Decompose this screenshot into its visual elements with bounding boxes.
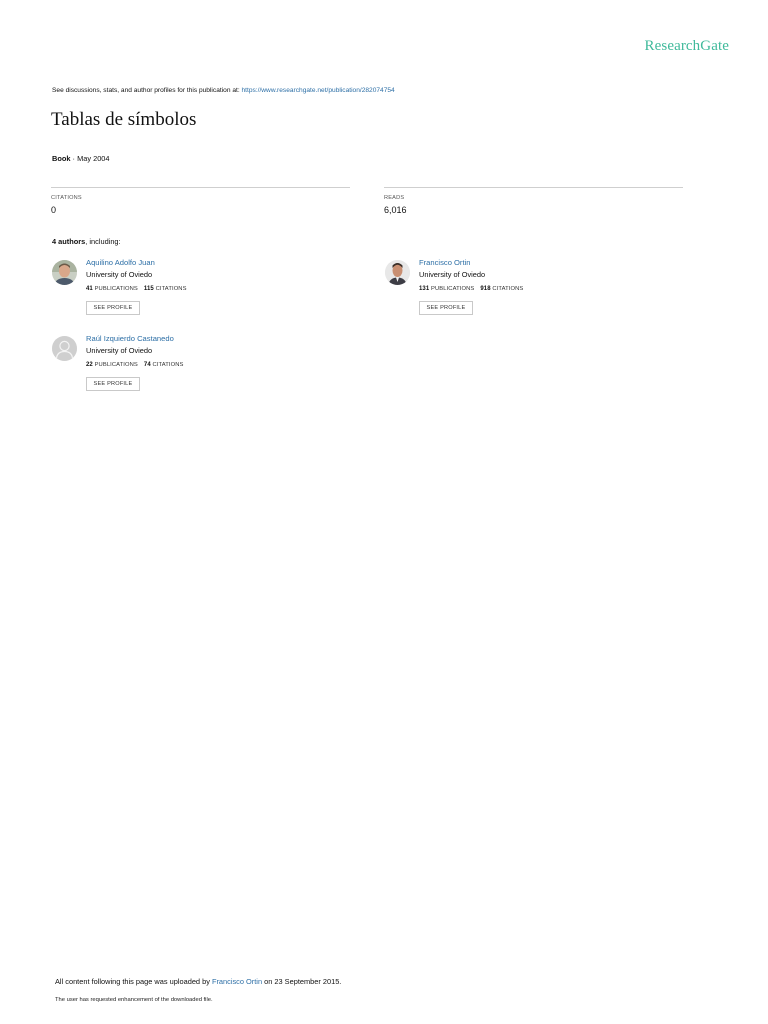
citations-value: 0 xyxy=(51,205,57,215)
citations-label: CITATIONS xyxy=(492,286,524,292)
publication-meta: Book · May 2004 xyxy=(52,154,110,163)
publications-label: PUBLICATIONS xyxy=(94,286,138,292)
citations-label: CITATIONS xyxy=(51,195,82,201)
upload-suffix: on 23 September 2015. xyxy=(262,977,342,986)
reads-label: READS xyxy=(384,195,405,201)
avatar[interactable] xyxy=(52,260,77,285)
publication-url-link[interactable]: https://www.researchgate.net/publication… xyxy=(242,87,395,94)
publication-date: May 2004 xyxy=(77,154,110,163)
discussion-line: See discussions, stats, and author profi… xyxy=(52,87,395,94)
author-institution: University of Oviedo xyxy=(86,346,153,355)
author-name-link[interactable]: Raúl Izquierdo Castanedo xyxy=(86,334,174,343)
author-photo-icon xyxy=(52,260,77,285)
see-profile-button[interactable]: SEE PROFILE xyxy=(419,301,473,315)
publications-label: PUBLICATIONS xyxy=(94,362,138,368)
author-stats: 41 PUBLICATIONS 115 CITATIONS xyxy=(86,286,187,292)
authors-suffix: , including: xyxy=(85,237,121,246)
author-institution: University of Oviedo xyxy=(419,270,486,279)
publications-count: 22 xyxy=(86,362,93,368)
reads-value: 6,016 xyxy=(384,205,407,215)
reads-stat: READS 6,016 xyxy=(384,187,683,215)
author-stats: 22 PUBLICATIONS 74 CITATIONS xyxy=(86,362,183,368)
citations-label: CITATIONS xyxy=(152,362,184,368)
uploader-link[interactable]: Francisco Ortin xyxy=(212,977,262,986)
author-card: Aquilino Adolfo Juan University of Ovied… xyxy=(52,258,342,322)
default-user-icon xyxy=(52,336,77,361)
author-card: Raúl Izquierdo Castanedo University of O… xyxy=(52,334,342,398)
authors-heading: 4 authors, including: xyxy=(52,237,121,246)
authors-count: 4 authors xyxy=(52,237,86,246)
author-name-link[interactable]: Aquilino Adolfo Juan xyxy=(86,258,155,267)
publication-title: Tablas de símbolos xyxy=(51,109,197,130)
avatar[interactable] xyxy=(52,336,77,361)
upload-prefix: All content following this page was uplo… xyxy=(55,977,212,986)
publications-label: PUBLICATIONS xyxy=(431,286,475,292)
enhancement-note: The user has requested enhancement of th… xyxy=(55,997,213,1003)
researchgate-logo[interactable]: ResearchGate xyxy=(645,38,729,55)
author-stats: 131 PUBLICATIONS 918 CITATIONS xyxy=(419,286,523,292)
upload-note: All content following this page was uplo… xyxy=(55,977,341,986)
citations-count: 74 xyxy=(143,362,151,368)
author-name-link[interactable]: Francisco Ortin xyxy=(419,258,470,267)
publications-count: 131 xyxy=(419,286,430,292)
author-card: Francisco Ortin University of Oviedo 131… xyxy=(385,258,675,322)
citations-label: CITATIONS xyxy=(155,286,187,292)
author-photo-icon xyxy=(385,260,410,285)
author-institution: University of Oviedo xyxy=(86,270,153,279)
citations-count: 115 xyxy=(143,286,154,292)
see-profile-button[interactable]: SEE PROFILE xyxy=(86,377,140,391)
discussion-prefix: See discussions, stats, and author profi… xyxy=(52,87,242,94)
publication-type: Book xyxy=(52,154,71,163)
see-profile-button[interactable]: SEE PROFILE xyxy=(86,301,140,315)
citations-count: 918 xyxy=(480,286,491,292)
citations-stat: CITATIONS 0 xyxy=(51,187,350,215)
avatar[interactable] xyxy=(385,260,410,285)
publications-count: 41 xyxy=(86,286,93,292)
